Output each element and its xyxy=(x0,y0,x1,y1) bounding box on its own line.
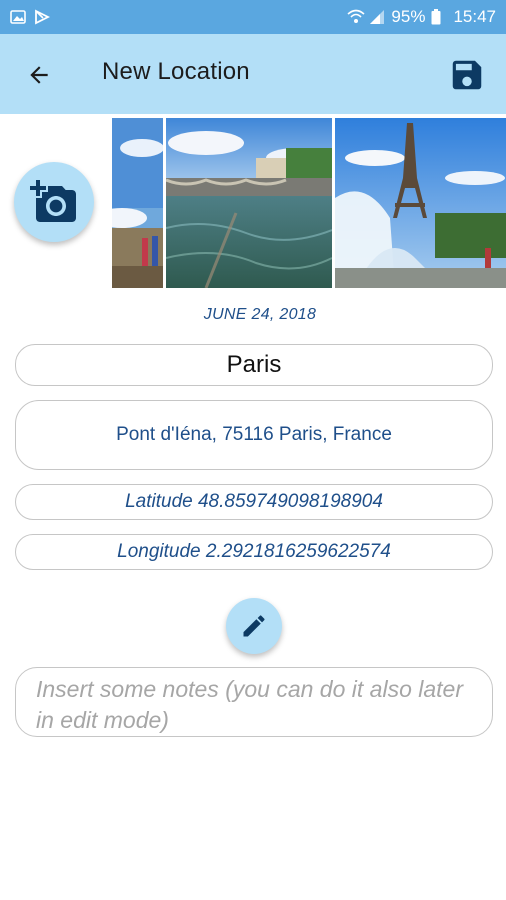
clock: 15:47 xyxy=(453,7,496,26)
status-bar: 95% 15:47 xyxy=(0,0,506,34)
edit-button[interactable] xyxy=(226,598,282,654)
photo-thumbnail[interactable] xyxy=(112,118,163,288)
add-a-photo-icon xyxy=(30,180,76,222)
signal-icon xyxy=(369,9,385,25)
date-label: JUNE 24, 2018 xyxy=(203,306,317,323)
save-button[interactable] xyxy=(446,54,488,96)
wifi-icon xyxy=(347,9,365,25)
add-photo-button[interactable] xyxy=(14,162,94,242)
longitude-field[interactable]: Longitude 2.2921816259622574 xyxy=(15,534,493,570)
photo-thumbnail[interactable] xyxy=(166,118,332,288)
location-name-field[interactable]: Paris xyxy=(15,344,493,386)
latitude-field[interactable]: Latitude 48.859749098198904 xyxy=(15,484,493,520)
gallery-notification-icon xyxy=(10,9,26,25)
pencil-icon xyxy=(243,615,265,637)
arrow-back-icon xyxy=(30,66,48,84)
photo-strip[interactable] xyxy=(112,118,506,288)
battery-icon xyxy=(431,9,447,25)
notes-input[interactable]: Insert some notes (you can do it also la… xyxy=(15,667,493,737)
play-store-notification-icon xyxy=(34,9,51,25)
battery-percent: 95% xyxy=(391,7,426,26)
save-icon xyxy=(452,60,482,90)
status-left xyxy=(10,9,51,25)
app-bar: New Location xyxy=(0,34,506,114)
page-title: New Location xyxy=(102,58,250,85)
back-button[interactable] xyxy=(22,58,56,92)
status-right: 95% 15:47 xyxy=(347,7,496,27)
photo-thumbnail[interactable] xyxy=(335,118,506,288)
address-field[interactable]: Pont d'Iéna, 75116 Paris, France xyxy=(15,400,493,470)
